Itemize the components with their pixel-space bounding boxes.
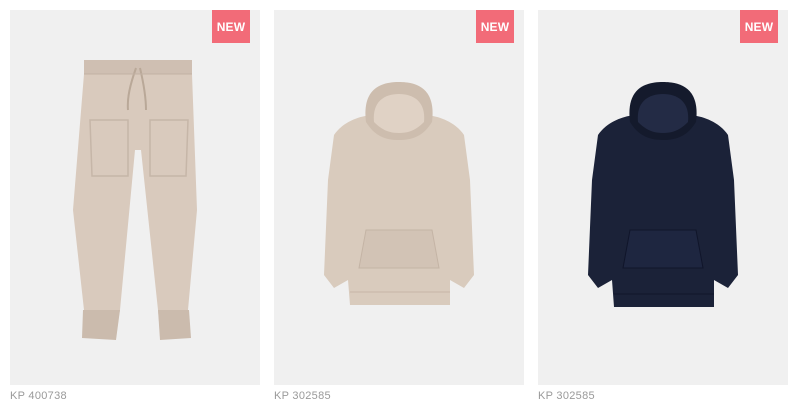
product-sku: KP 302585 (538, 390, 595, 402)
product-sku: KP 400738 (10, 390, 67, 402)
product-card[interactable]: NEW KP 400738 (10, 10, 260, 403)
product-image[interactable]: NEW (538, 10, 788, 385)
hoodie-illustration (324, 82, 474, 305)
hoodie-illustration (588, 82, 738, 307)
new-badge: NEW (740, 10, 778, 43)
product-image[interactable]: NEW (10, 10, 260, 385)
product-grid: NEW KP 400738 NEW KP 302585 NEW KP 30258… (0, 0, 800, 410)
new-badge: NEW (212, 10, 250, 43)
product-sku: KP 302585 (274, 390, 331, 402)
product-card[interactable]: NEW KP 302585 (538, 10, 788, 403)
product-image[interactable]: NEW (274, 10, 524, 385)
joggers-illustration (73, 60, 197, 340)
product-card[interactable]: NEW KP 302585 (274, 10, 524, 403)
new-badge: NEW (476, 10, 514, 43)
